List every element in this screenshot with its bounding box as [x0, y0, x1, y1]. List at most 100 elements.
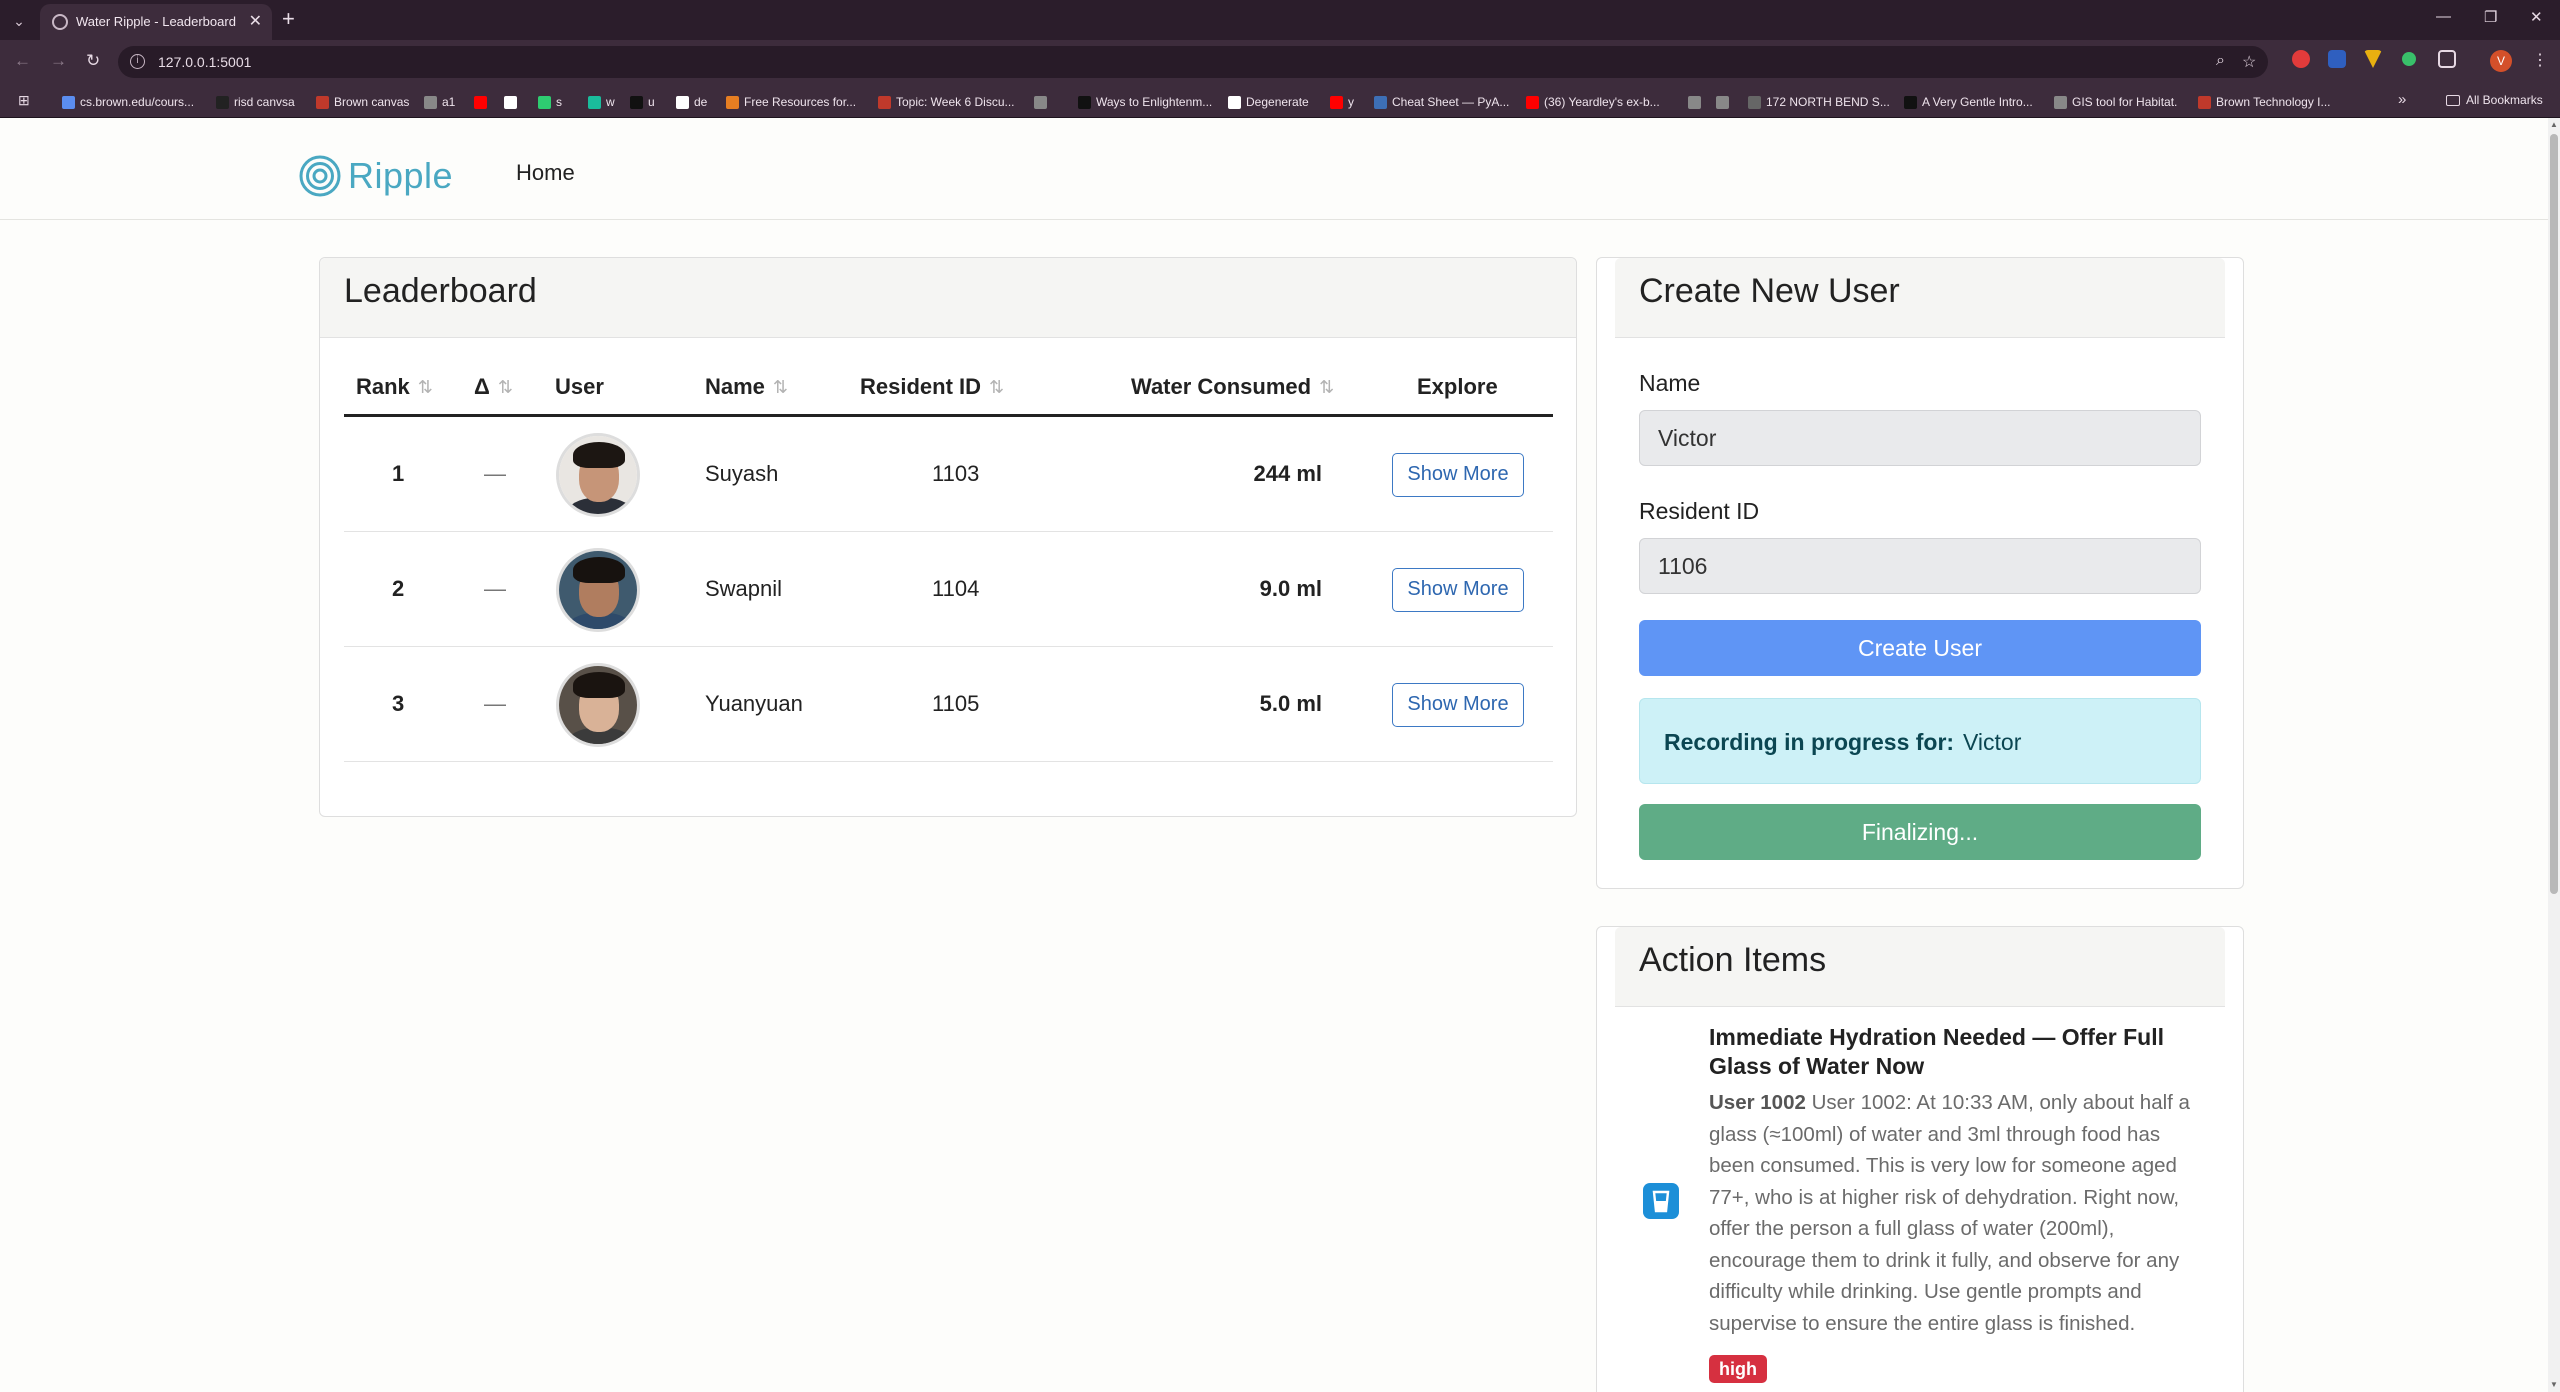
- extension-icon[interactable]: [2402, 52, 2416, 66]
- profile-avatar[interactable]: V: [2490, 50, 2512, 72]
- bookmark-item[interactable]: s: [538, 93, 562, 111]
- zoom-icon[interactable]: ⌕: [2216, 52, 2225, 70]
- bookmark-item[interactable]: y: [1330, 93, 1354, 111]
- bookmark-item[interactable]: (36) Yeardley's ex-b...: [1526, 93, 1660, 111]
- nav-home-link[interactable]: Home: [516, 160, 575, 186]
- bookmark-label: Cheat Sheet — PyA...: [1392, 95, 1510, 109]
- column-header-resident-id[interactable]: Resident ID ⇅: [860, 374, 1004, 400]
- create-user-button[interactable]: Create User: [1639, 620, 2201, 676]
- minimize-icon[interactable]: —: [2436, 8, 2451, 25]
- extension-icon[interactable]: [2328, 50, 2346, 68]
- address-url[interactable]: 127.0.0.1:5001: [158, 54, 251, 70]
- sort-icon[interactable]: ⇅: [498, 377, 513, 398]
- bookmark-label: risd canvsa: [234, 95, 295, 109]
- action-items-header: Action Items: [1615, 927, 2225, 1007]
- bookmark-item[interactable]: a1: [424, 93, 455, 111]
- bookmark-item[interactable]: Brown Technology I...: [2198, 93, 2331, 111]
- leaderboard-title: Leaderboard: [344, 272, 537, 310]
- apps-grid-icon[interactable]: ⊞: [18, 92, 30, 109]
- scroll-thumb[interactable]: [2550, 134, 2558, 894]
- action-items-title: Action Items: [1639, 941, 1827, 979]
- bookmark-star-icon[interactable]: ☆: [2242, 52, 2256, 72]
- bookmark-item[interactable]: cs.brown.edu/cours...: [62, 93, 194, 111]
- bookmark-item[interactable]: [1688, 93, 1706, 111]
- extension-icon[interactable]: [2364, 50, 2382, 68]
- bookmark-item[interactable]: [1716, 93, 1734, 111]
- bookmark-item[interactable]: GIS tool for Habitat.: [2054, 93, 2177, 111]
- name-input[interactable]: Victor: [1639, 410, 2201, 466]
- bookmark-label: Ways to Enlightenm...: [1096, 95, 1213, 109]
- bookmark-item[interactable]: Cheat Sheet — PyA...: [1374, 93, 1509, 111]
- bookmark-favicon-icon: [1748, 95, 1761, 109]
- rank-cell: 1: [392, 461, 405, 486]
- browser-tab[interactable]: Water Ripple - Leaderboard ✕: [40, 4, 272, 40]
- bookmark-item[interactable]: [474, 93, 492, 111]
- bookmark-item[interactable]: u: [630, 93, 655, 111]
- bookmarks-overflow-icon[interactable]: »: [2398, 91, 2406, 108]
- new-tab-icon[interactable]: +: [282, 6, 295, 32]
- sort-icon[interactable]: ⇅: [989, 377, 1004, 398]
- column-header-explore: Explore: [1417, 374, 1498, 400]
- create-user-title: Create New User: [1639, 272, 1900, 310]
- scroll-up-icon[interactable]: ▲: [2550, 120, 2558, 129]
- resident-id-cell: 1105: [932, 691, 980, 716]
- sort-icon[interactable]: ⇅: [418, 377, 433, 398]
- column-header-label: Rank: [356, 374, 410, 399]
- bookmark-item[interactable]: Ways to Enlightenm...: [1078, 93, 1212, 111]
- forward-icon[interactable]: →: [50, 51, 67, 71]
- bookmark-item[interactable]: Free Resources for...: [726, 93, 856, 111]
- page-scrollbar[interactable]: ▲ ▼: [2548, 118, 2560, 1392]
- browser-toolbar: ← → ↻ i 127.0.0.1:5001 ⌕ ☆ V ⋮: [0, 40, 2560, 84]
- address-bar[interactable]: i 127.0.0.1:5001 ⌕ ☆: [118, 46, 2268, 78]
- water-consumed-cell: 5.0 ml: [1259, 691, 1322, 716]
- bookmark-item[interactable]: w: [588, 93, 615, 111]
- name-label: Name: [1639, 370, 1701, 396]
- bookmark-item[interactable]: de: [676, 93, 707, 111]
- back-icon[interactable]: ←: [14, 51, 31, 71]
- bookmark-item[interactable]: [1034, 93, 1052, 111]
- bookmark-item[interactable]: Degenerate: [1228, 93, 1309, 111]
- tab-search-icon[interactable]: ⌄: [8, 10, 30, 32]
- show-more-button[interactable]: Show More: [1392, 453, 1524, 497]
- column-header-name[interactable]: Name ⇅: [705, 374, 788, 400]
- column-header-delta[interactable]: Δ ⇅: [474, 374, 513, 400]
- bookmark-label: (36) Yeardley's ex-b...: [1544, 95, 1660, 109]
- show-more-button[interactable]: Show More: [1392, 683, 1524, 727]
- column-header-water-consumed[interactable]: Water Consumed ⇅: [1131, 374, 1334, 400]
- tab-close-icon[interactable]: ✕: [249, 11, 262, 31]
- action-item-title: Immediate Hydration Needed — Offer Full …: [1709, 1024, 2164, 1079]
- bookmark-item[interactable]: risd canvsa: [216, 93, 295, 111]
- scroll-down-icon[interactable]: ▼: [2550, 1380, 2558, 1389]
- resident-id-label: Resident ID: [1639, 498, 1760, 524]
- water-consumed-cell: 244 ml: [1253, 461, 1323, 486]
- finalizing-button[interactable]: Finalizing...: [1639, 804, 2201, 860]
- extensions-puzzle-icon[interactable]: [2438, 50, 2456, 68]
- bookmark-item[interactable]: [504, 93, 522, 111]
- bookmark-favicon-icon: [316, 95, 329, 109]
- ripple-logo[interactable]: Ripple: [298, 154, 453, 198]
- show-more-button[interactable]: Show More: [1392, 568, 1524, 612]
- bookmark-label: Brown canvas: [334, 95, 410, 109]
- bookmark-item[interactable]: A Very Gentle Intro...: [1904, 93, 2033, 111]
- bookmark-favicon-icon: [588, 95, 601, 109]
- window-close-icon[interactable]: ✕: [2530, 8, 2543, 26]
- reload-icon[interactable]: ↻: [86, 51, 100, 71]
- all-bookmarks-button[interactable]: All Bookmarks: [2446, 93, 2543, 107]
- bookmark-item[interactable]: Topic: Week 6 Discu...: [878, 93, 1015, 111]
- resident-id-input[interactable]: 1106: [1639, 538, 2201, 594]
- sort-icon[interactable]: ⇅: [1319, 377, 1334, 398]
- site-info-icon[interactable]: i: [130, 54, 145, 69]
- column-header-label: Water Consumed: [1131, 374, 1312, 399]
- priority-badge: high: [1709, 1355, 1767, 1383]
- bookmark-item[interactable]: Brown canvas: [316, 93, 409, 111]
- browser-menu-icon[interactable]: ⋮: [2532, 50, 2548, 70]
- bookmark-label: cs.brown.edu/cours...: [80, 95, 195, 109]
- bookmark-favicon-icon: [726, 95, 739, 109]
- bookmark-label: w: [606, 95, 615, 109]
- sort-icon[interactable]: ⇅: [773, 377, 788, 398]
- bookmark-label: Free Resources for...: [744, 95, 857, 109]
- bookmark-item[interactable]: 172 NORTH BEND S...: [1748, 93, 1890, 111]
- column-header-rank[interactable]: Rank ⇅: [356, 374, 433, 400]
- extension-icon[interactable]: [2292, 50, 2310, 68]
- restore-icon[interactable]: ❐: [2484, 8, 2497, 26]
